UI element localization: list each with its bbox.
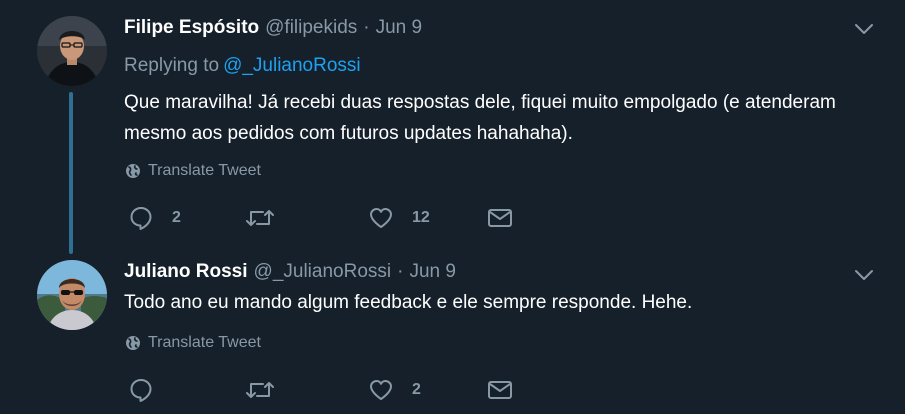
tweet-text: Todo ano eu mando algum feedback e ele s… xyxy=(124,292,693,313)
tweet-filipe[interactable]: Filipe Espósito @filipekids · Jun 9 Repl… xyxy=(0,0,905,258)
tweet-text: Que maravilha! Já recebi duas respostas … xyxy=(124,92,836,144)
replying-to-link[interactable]: @_JulianoRossi xyxy=(223,55,361,76)
thread-line xyxy=(69,92,73,254)
tweet-date[interactable]: Jun 9 xyxy=(376,16,422,40)
translate-label: Translate Tweet xyxy=(148,162,261,179)
separator-dot: · xyxy=(397,261,404,282)
replying-to: Replying to @_JulianoRossi xyxy=(124,54,361,78)
reply-icon xyxy=(130,379,152,402)
message-button[interactable] xyxy=(486,204,514,232)
author-handle[interactable]: @filipekids xyxy=(265,16,357,40)
tweet-actions: 2 xyxy=(128,376,528,404)
author-name[interactable]: Filipe Espósito xyxy=(124,16,259,40)
reply-icon xyxy=(130,207,152,230)
replying-label: Replying to xyxy=(124,55,220,76)
retweet-button[interactable] xyxy=(245,376,293,404)
chevron-down-icon[interactable] xyxy=(853,18,875,40)
chevron-down-icon[interactable] xyxy=(853,264,875,286)
tweet-date[interactable]: Jun 9 xyxy=(409,260,455,284)
translate-tweet-button[interactable]: Translate Tweet xyxy=(125,332,261,354)
reply-button[interactable] xyxy=(128,376,172,404)
reply-button[interactable]: 2 xyxy=(128,204,181,232)
like-count: 12 xyxy=(412,209,430,226)
tweet-juliano[interactable]: Juliano Rossi @_JulianoRossi · Jun 9 Tod… xyxy=(0,258,905,414)
separator-dot: · xyxy=(363,17,370,38)
avatar-filipe[interactable] xyxy=(37,16,107,86)
message-button[interactable] xyxy=(486,376,514,404)
tweet-header: Juliano Rossi @_JulianoRossi · Jun 9 xyxy=(124,260,456,284)
globe-icon xyxy=(126,164,140,178)
like-count: 2 xyxy=(412,381,421,398)
globe-icon xyxy=(126,336,140,350)
tweet-actions: 2 12 xyxy=(128,204,528,232)
like-icon xyxy=(370,208,392,228)
like-button[interactable]: 12 xyxy=(368,204,430,232)
reply-count: 2 xyxy=(172,209,181,226)
like-icon xyxy=(370,380,392,400)
tweet-header: Filipe Espósito @filipekids · Jun 9 xyxy=(124,16,422,40)
translate-label: Translate Tweet xyxy=(148,334,261,351)
author-name[interactable]: Juliano Rossi xyxy=(124,260,248,284)
like-button[interactable]: 2 xyxy=(368,376,421,404)
message-icon xyxy=(488,209,512,227)
avatar-juliano[interactable] xyxy=(37,260,107,330)
message-icon xyxy=(488,381,512,399)
translate-tweet-button[interactable]: Translate Tweet xyxy=(125,160,261,182)
author-handle[interactable]: @_JulianoRossi xyxy=(254,260,392,284)
retweet-icon xyxy=(246,210,274,226)
retweet-icon xyxy=(246,382,274,398)
retweet-button[interactable] xyxy=(245,204,293,232)
